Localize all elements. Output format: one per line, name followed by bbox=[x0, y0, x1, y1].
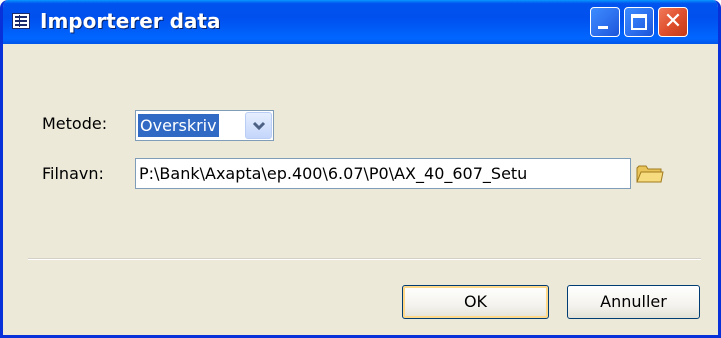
maximize-icon bbox=[631, 14, 647, 30]
filename-field[interactable]: P:\Bank\Axapta\ep.400\6.07\P0\AX_40_607_… bbox=[135, 158, 631, 189]
separator bbox=[28, 258, 701, 260]
minimize-button[interactable] bbox=[590, 7, 620, 37]
close-icon: ✕ bbox=[663, 9, 683, 34]
ok-button[interactable]: OK bbox=[402, 285, 549, 319]
maximize-button[interactable] bbox=[624, 7, 654, 37]
filename-label: Filnavn: bbox=[42, 164, 104, 183]
cancel-button[interactable]: Annuller bbox=[567, 285, 700, 319]
dropdown-button[interactable] bbox=[245, 112, 272, 139]
form-icon bbox=[12, 13, 30, 29]
method-label: Metode: bbox=[42, 114, 108, 133]
minimize-icon bbox=[598, 26, 608, 29]
chevron-down-icon bbox=[252, 121, 266, 131]
folder-icon[interactable] bbox=[636, 164, 664, 184]
method-select[interactable]: Overskriv bbox=[135, 110, 274, 141]
method-select-value: Overskriv bbox=[138, 114, 219, 137]
title-bar[interactable]: Importerer data ✕ bbox=[3, 0, 718, 44]
close-button[interactable]: ✕ bbox=[658, 7, 688, 37]
filename-value: P:\Bank\Axapta\ep.400\6.07\P0\AX_40_607_… bbox=[139, 164, 528, 183]
window-title: Importerer data bbox=[40, 9, 221, 33]
